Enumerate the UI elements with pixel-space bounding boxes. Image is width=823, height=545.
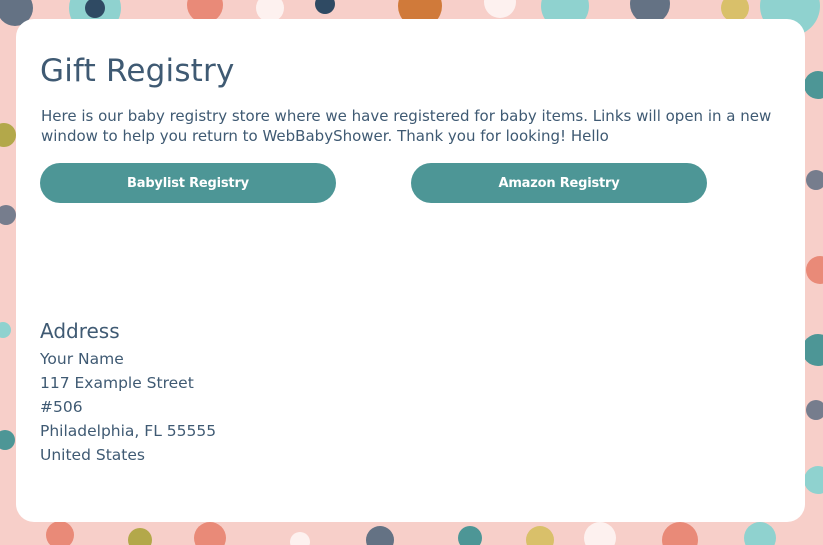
address-name: Your Name	[40, 350, 124, 368]
amazon-registry-button[interactable]: Amazon Registry	[411, 163, 707, 203]
page-title: Gift Registry	[40, 53, 235, 89]
address-heading: Address	[40, 319, 120, 343]
registry-card: Gift Registry Here is our baby registry …	[16, 19, 805, 522]
address-unit: #506	[40, 398, 83, 416]
address-street: 117 Example Street	[40, 374, 194, 392]
address-country: United States	[40, 446, 145, 464]
intro-text: Here is our baby registry store where we…	[41, 107, 772, 145]
babylist-registry-button[interactable]: Babylist Registry	[40, 163, 336, 203]
address-block: Your Name 117 Example Street #506 Philad…	[40, 347, 216, 467]
address-city-state-zip: Philadelphia, FL 55555	[40, 422, 217, 440]
